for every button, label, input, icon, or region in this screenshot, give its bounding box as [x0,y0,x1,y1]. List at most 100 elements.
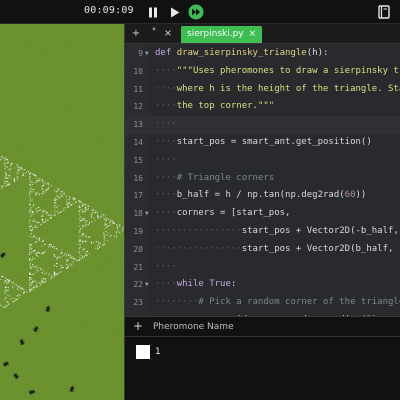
pheromone-dot [67,259,69,261]
pheromone-dot [52,246,53,248]
pheromone-dot [79,244,81,246]
pheromone-dot [84,207,86,209]
pheromone-dot [103,238,105,240]
pheromone-dot [55,203,57,205]
code-line[interactable]: 13 ···· [125,116,400,134]
pheromone-dot [29,247,31,248]
pheromone-dot [79,240,81,242]
pheromone-dot [104,222,106,224]
pheromone-dot [79,238,81,240]
fast-forward-button[interactable] [186,3,206,21]
code-area[interactable]: 9 ▼ def draw_sierpinsky_triangle(h): 10 ····… [125,44,400,316]
code-line[interactable]: 21 ···· [125,259,400,277]
pheromone-dot [70,255,72,257]
code-token: ···· [155,119,177,130]
pheromone-dot [111,234,113,236]
pheromone-dot [29,282,31,284]
code-line[interactable]: 11 ····where h is the height of the trian… [125,81,400,99]
simulation-view[interactable] [0,24,124,400]
pheromone-dot [42,181,44,183]
play-button[interactable] [166,3,184,21]
pheromone-dot [86,253,88,255]
pheromone-dot [53,190,55,192]
pheromone-dot [31,237,33,239]
pheromone-dot [16,173,18,175]
pheromone-dot [7,162,9,164]
tab-sierpinski[interactable]: sierpinski.py × [181,26,263,43]
code-line[interactable]: 16 ····# Triangle corners [125,170,400,188]
pheromone-dot [113,222,115,224]
pheromone-dot [16,179,18,181]
pheromone-dot [37,226,38,228]
code-editor[interactable]: + ˚ × sierpinski.py × 9 ▼ def draw_sierpins… [124,24,400,316]
close-all-button[interactable]: × [161,27,175,41]
pheromone-dot [69,197,71,199]
pheromone-dot [16,176,18,178]
pheromone-dot [54,213,56,215]
pheromone-dot [33,221,35,222]
pheromone-dot [32,280,33,282]
code-line[interactable]: 22 ▼ ····while True: [125,276,400,294]
pheromone-dot [35,182,37,184]
pheromone-dot [41,211,43,213]
pheromone-dot [47,219,49,221]
close-tab-icon[interactable]: × [249,29,257,39]
pheromone-dot [18,169,20,171]
pheromone-dot [68,202,70,203]
pheromone-dot [61,196,63,197]
code-line[interactable]: 18 ▼ ····corners = [start_pos, [125,205,400,223]
pheromone-dot [41,193,43,195]
code-line[interactable]: 20 ················start_pos + Vector2D(b… [125,241,400,259]
pheromone-dot [4,307,6,308]
code-line[interactable]: 23 ········# Pick a random corner of the … [125,294,400,312]
pheromone-dot [98,217,100,219]
pheromone-dot [43,192,45,194]
pheromone-dot [41,186,43,187]
pheromone-dot [29,209,31,211]
code-line[interactable]: 19 ················start_pos + Vector2D(-… [125,223,400,241]
code-line[interactable]: 14 ····start_pos = smart_ant.get_position… [125,134,400,152]
pheromone-dot [66,268,68,269]
pheromone-dot [55,207,57,208]
add-pheromone-button[interactable]: + [133,319,143,333]
pheromone-row[interactable]: 1 [125,345,400,361]
pause-button[interactable] [144,3,162,21]
pheromone-dot [32,259,33,260]
pheromone-dot [35,286,37,288]
new-file-button[interactable]: + [129,27,143,41]
pheromone-color-swatch[interactable] [136,345,150,359]
code-line[interactable]: 10 ····"""Uses pheromones to draw a sierp… [125,63,400,81]
code-token: ···· [155,101,177,112]
code-line[interactable]: 12 ····the top corner.""" [125,98,400,116]
code-line[interactable]: 15 ···· [125,152,400,170]
pheromone-dot [104,237,105,239]
pheromone-dot [8,184,10,186]
fold-arrow-icon[interactable]: ▼ [145,205,149,223]
pheromone-dot [66,261,68,262]
line-number: 15 [133,155,143,165]
pheromone-dot [69,263,71,265]
pheromone-dot [57,195,59,197]
fold-arrow-icon[interactable]: ▼ [145,45,149,63]
pheromone-dot [67,203,68,205]
pheromone-dot [108,225,110,227]
pheromone-dot [17,298,18,300]
code-token: ················ [155,226,242,236]
pheromone-dot [4,166,6,167]
pheromone-dot [69,203,71,205]
pheromone-dot [19,289,21,291]
pheromone-dot [43,269,44,271]
pheromone-dot [79,213,80,215]
pheromone-dot [79,253,81,255]
dot-icon[interactable]: ˚ [147,27,161,41]
pheromone-dot [108,232,110,234]
pheromone-dot [54,205,56,206]
pheromone-dot [17,172,19,174]
code-line[interactable]: 17 ····b_half = h / np.tan(np.deg2rad(60)… [125,187,400,205]
pheromone-dot [87,224,89,226]
pheromone-dot [57,258,58,260]
pheromone-dot [7,177,9,179]
code-line[interactable]: 9 ▼ def draw_sierpinsky_triangle(h): [125,45,400,63]
fold-arrow-icon[interactable]: ▼ [145,276,149,294]
documentation-button[interactable] [375,3,393,21]
